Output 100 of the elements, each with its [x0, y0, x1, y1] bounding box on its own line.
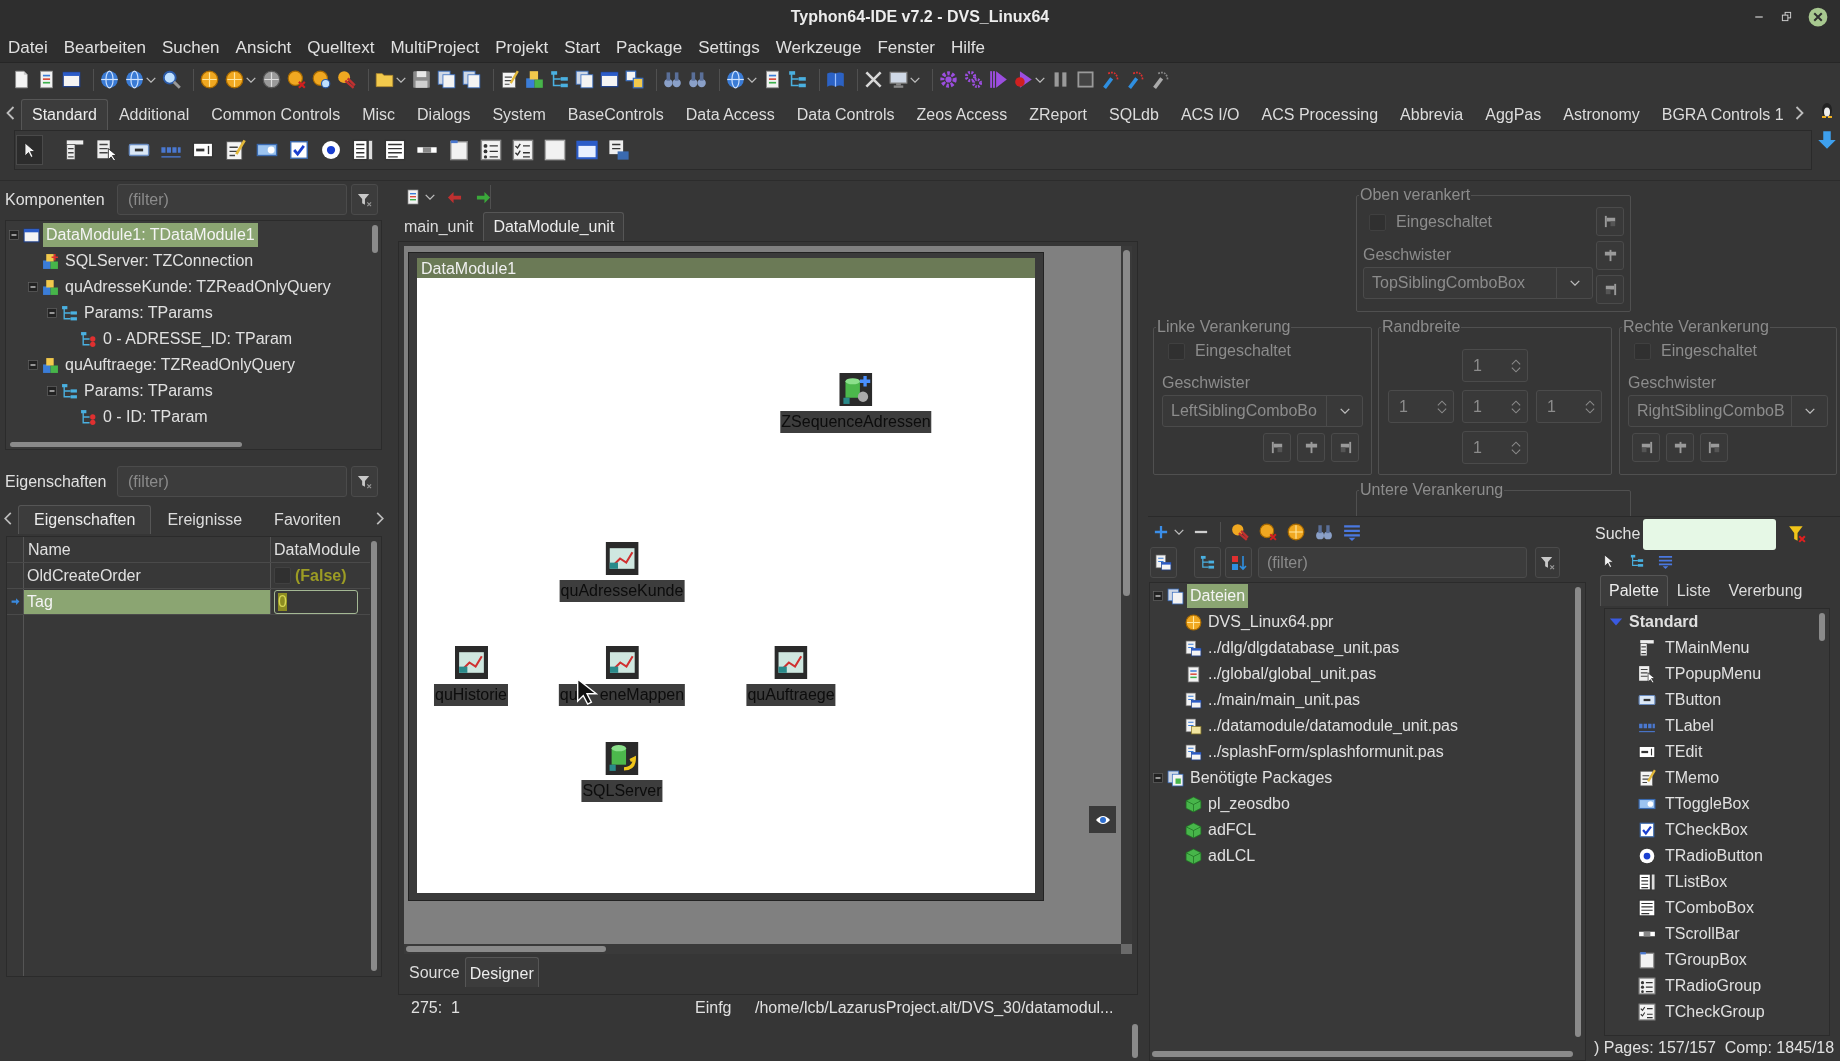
caret-icon[interactable]: [747, 76, 757, 83]
restore-icon[interactable]: [1781, 11, 1792, 22]
globe-icon[interactable]: [726, 70, 745, 89]
close-icon[interactable]: [1808, 6, 1828, 27]
gears-icon[interactable]: [964, 70, 983, 89]
tree-item[interactable]: quAuftraege: TZReadOnlyQuery: [62, 353, 299, 377]
menu-item[interactable]: Suchen: [153, 34, 228, 61]
menu-item[interactable]: Ansicht: [227, 34, 300, 61]
menu-item[interactable]: Fenster: [869, 34, 943, 61]
anchor-button[interactable]: [1700, 433, 1728, 462]
tab[interactable]: Dialogs: [406, 99, 482, 130]
book-icon[interactable]: [826, 70, 845, 89]
tab[interactable]: Astronomy: [1552, 99, 1651, 130]
component-item[interactable]: TGroupBox: [1665, 948, 1747, 972]
tree-item[interactable]: Benötigte Packages: [1187, 766, 1336, 790]
menu-item[interactable]: Settings: [690, 34, 768, 61]
window-icon[interactable]: [600, 70, 619, 89]
chevron-left-icon[interactable]: [6, 106, 15, 120]
tab[interactable]: Designer: [464, 957, 539, 987]
menu-item[interactable]: Quelltext: [299, 34, 383, 61]
component-item[interactable]: TRadioGroup: [1665, 974, 1762, 998]
ball-icon[interactable]: [1259, 522, 1277, 541]
play-icon[interactable]: [989, 70, 1008, 89]
menu-icon[interactable]: [64, 139, 86, 161]
group-heading[interactable]: Standard: [1629, 610, 1699, 634]
checkbox-icon[interactable]: [288, 139, 310, 161]
tree-item[interactable]: quAdresseKunde: TZReadOnlyQuery: [62, 275, 334, 299]
tab[interactable]: Misc: [351, 99, 407, 130]
sort-button[interactable]: [1225, 547, 1252, 578]
binoculars-icon[interactable]: [1315, 522, 1333, 541]
ball-icon[interactable]: [287, 70, 306, 89]
tree-view-button[interactable]: [1194, 547, 1221, 578]
menu-item[interactable]: Hilfe: [943, 34, 994, 61]
property-name[interactable]: OldCreateOrder: [24, 563, 144, 588]
menu-item[interactable]: Bearbeiten: [55, 34, 154, 61]
collapse-icon[interactable]: [28, 282, 38, 292]
tab[interactable]: Common Controls: [200, 99, 352, 130]
binoculars-icon[interactable]: [663, 70, 682, 89]
save-icon[interactable]: [412, 70, 431, 89]
collapse-icon[interactable]: [47, 386, 57, 396]
tab[interactable]: DataModule_unit: [483, 212, 625, 241]
tab[interactable]: Palette: [1600, 575, 1668, 606]
tab[interactable]: Source: [404, 957, 465, 987]
tab[interactable]: Abbrevia: [1389, 99, 1475, 130]
scrollbar-thumb[interactable]: [1152, 1051, 1573, 1057]
tab[interactable]: main_unit: [394, 212, 484, 241]
component-item[interactable]: TPopupMenu: [1665, 662, 1762, 686]
component-item[interactable]: TButton: [1665, 688, 1722, 712]
menu-item[interactable]: Projekt: [487, 34, 557, 61]
gear-icon[interactable]: [939, 70, 958, 89]
component-item[interactable]: TMainMenu: [1665, 636, 1750, 660]
scrollbar-thumb[interactable]: [406, 946, 606, 952]
ball-icon[interactable]: [225, 70, 244, 89]
caret-icon[interactable]: [1035, 76, 1045, 83]
component-item[interactable]: TLabel: [1665, 714, 1714, 738]
tab[interactable]: Standard: [21, 99, 108, 130]
scrollbar-thumb[interactable]: [1575, 587, 1581, 1037]
tab[interactable]: Favoriten: [258, 505, 357, 534]
window-icon[interactable]: [576, 139, 598, 161]
menu-item[interactable]: MultiProject: [382, 34, 488, 61]
component-item[interactable]: TToggleBox: [1665, 792, 1750, 816]
component-item[interactable]: TRadioButton: [1665, 844, 1763, 868]
caret-icon[interactable]: [1174, 528, 1184, 535]
tab[interactable]: ACS Processing: [1250, 99, 1390, 130]
file-list-icon[interactable]: [405, 189, 421, 205]
play-icon[interactable]: [1014, 70, 1033, 89]
globe-icon[interactable]: [100, 70, 119, 89]
visibility-button[interactable]: [1089, 806, 1116, 833]
cubes-icon[interactable]: [525, 70, 544, 89]
tree-item[interactable]: pl_zeosdbo: [1205, 792, 1293, 816]
radio-icon[interactable]: [320, 139, 342, 161]
filter-field[interactable]: (filter): [1258, 547, 1527, 578]
anchor-button[interactable]: [1596, 241, 1624, 270]
search-icon[interactable]: [162, 70, 181, 89]
chart-tile-icon[interactable]: [454, 646, 488, 679]
chart-tile-icon[interactable]: [605, 646, 639, 679]
tab[interactable]: SQLdb: [1098, 99, 1170, 130]
filter-button[interactable]: [351, 466, 378, 497]
ball-icon[interactable]: [337, 70, 356, 89]
radio-list-icon[interactable]: [480, 139, 502, 161]
ball-icon[interactable]: [1287, 522, 1305, 541]
tree-item[interactable]: ../main/main_unit.pas: [1205, 688, 1364, 712]
pointer-icon[interactable]: [1602, 554, 1616, 568]
scrollbar-thumb[interactable]: [10, 441, 242, 447]
tab[interactable]: AggPas: [1474, 99, 1553, 130]
tab[interactable]: ACS I/O: [1169, 99, 1251, 130]
menu-item[interactable]: Start: [556, 34, 609, 61]
memo-icon[interactable]: [500, 70, 519, 89]
chart-tile-icon[interactable]: [774, 646, 808, 679]
tab[interactable]: BaseControls: [556, 99, 675, 130]
scrollbar-thumb[interactable]: [1123, 250, 1130, 596]
file-list-icon[interactable]: [763, 70, 782, 89]
menu-item[interactable]: Package: [608, 34, 691, 61]
anchor-button[interactable]: [1263, 433, 1291, 462]
search-field[interactable]: [1643, 518, 1777, 550]
anchor-button[interactable]: [1632, 433, 1660, 462]
lines-icon[interactable]: [384, 139, 406, 161]
filter-button[interactable]: [351, 184, 378, 215]
cross-icon[interactable]: [864, 70, 883, 89]
wand-icon[interactable]: [1101, 70, 1120, 89]
